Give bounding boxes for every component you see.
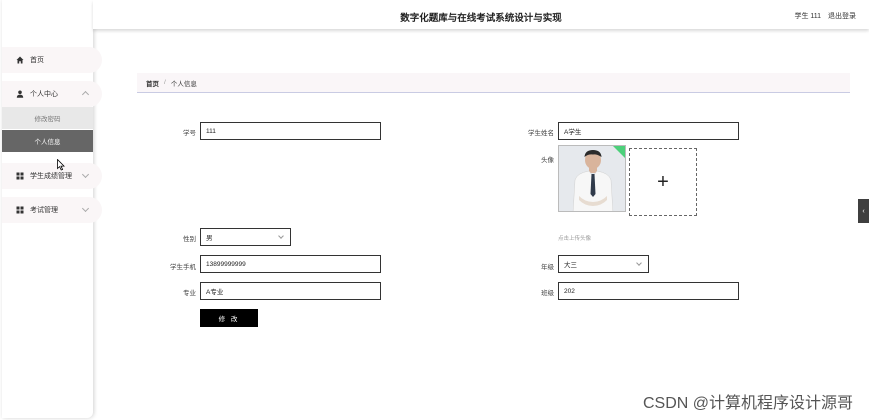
- avatar-corner-badge: [613, 146, 625, 158]
- grade-value: 大三: [564, 262, 577, 269]
- class-label: 班级: [541, 290, 554, 297]
- sidebar-item-exams[interactable]: 考试管理: [2, 197, 102, 223]
- gender-label: 性别: [183, 236, 196, 243]
- mouse-cursor-icon: [57, 159, 65, 171]
- breadcrumb-separator: /: [164, 79, 166, 86]
- sidebar-item-grades[interactable]: 学生成绩管理: [2, 163, 102, 189]
- student-name-field[interactable]: A学生: [558, 122, 739, 140]
- breadcrumb: 首页 / 个人信息: [137, 73, 850, 93]
- avatar-upload-button[interactable]: +: [629, 148, 697, 216]
- student-id-field[interactable]: 111: [200, 122, 381, 140]
- submit-button[interactable]: 修 改: [200, 309, 258, 327]
- upload-hint: 点击上传头像: [558, 236, 592, 242]
- phone-field[interactable]: 13899999999: [200, 255, 381, 273]
- user-area: 学生 111 退出登录: [789, 11, 856, 21]
- phone-value: 13899999999: [206, 260, 246, 268]
- grade-select[interactable]: 大三: [558, 255, 649, 273]
- gender-select[interactable]: 男: [200, 228, 291, 246]
- sidebar-item-home[interactable]: 首页: [2, 47, 102, 73]
- gender-value: 男: [206, 235, 213, 242]
- sidebar-subitem-label: 个人信息: [34, 139, 61, 146]
- sidebar: 首页 个人中心 修改密码 个人信息 学生成绩管理 考试管理: [2, 0, 102, 418]
- grade-label: 年级: [541, 264, 554, 271]
- sidebar-subitem-change-password[interactable]: 修改密码: [2, 107, 93, 129]
- sidebar-item-label: 首页: [30, 57, 44, 64]
- breadcrumb-home[interactable]: 首页: [146, 78, 159, 88]
- sidebar-subitem-personal-info[interactable]: 个人信息: [2, 130, 93, 152]
- top-bar: 数字化题库与在线考试系统设计与实现 学生 111 退出登录: [93, 0, 869, 29]
- chevron-down-icon: [81, 170, 90, 179]
- chevron-left-icon: ‹: [862, 207, 865, 215]
- breadcrumb-current: 个人信息: [170, 80, 197, 88]
- user-icon: [16, 90, 24, 98]
- app-title: 数字化题库与在线考试系统设计与实现: [400, 13, 562, 24]
- student-id-value: 111: [206, 127, 216, 135]
- class-field[interactable]: 202: [558, 282, 739, 300]
- grid-icon: [16, 172, 24, 180]
- collapse-tab[interactable]: ‹: [858, 199, 869, 223]
- sidebar-item-label: 个人中心: [30, 91, 58, 98]
- chevron-down-icon: [81, 204, 90, 213]
- chevron-down-icon: [278, 233, 284, 239]
- plus-icon: +: [657, 170, 669, 193]
- grid-icon: [16, 206, 24, 214]
- sidebar-item-label: 考试管理: [30, 207, 58, 214]
- current-user: 学生 111: [794, 13, 822, 20]
- phone-label: 学生手机: [170, 264, 196, 271]
- avatar-image: [558, 145, 626, 212]
- student-id-label: 学号: [183, 130, 196, 137]
- home-icon: [16, 56, 24, 64]
- major-field[interactable]: A专业: [200, 282, 381, 300]
- student-name-value: A学生: [564, 129, 582, 136]
- logout-link[interactable]: 退出登录: [828, 13, 856, 20]
- avatar-label: 头像: [541, 157, 554, 164]
- sidebar-subitem-label: 修改密码: [34, 116, 61, 123]
- student-name-label: 学生姓名: [528, 130, 554, 137]
- major-label: 专业: [183, 290, 196, 297]
- class-value: 202: [564, 287, 575, 295]
- major-value: A专业: [206, 289, 224, 296]
- chevron-down-icon: [636, 260, 642, 266]
- watermark: CSDN @计算机程序设计源哥: [642, 395, 853, 412]
- chevron-up-icon: [81, 90, 90, 99]
- sidebar-item-label: 学生成绩管理: [30, 173, 72, 180]
- sidebar-item-personal-center[interactable]: 个人中心: [2, 81, 102, 107]
